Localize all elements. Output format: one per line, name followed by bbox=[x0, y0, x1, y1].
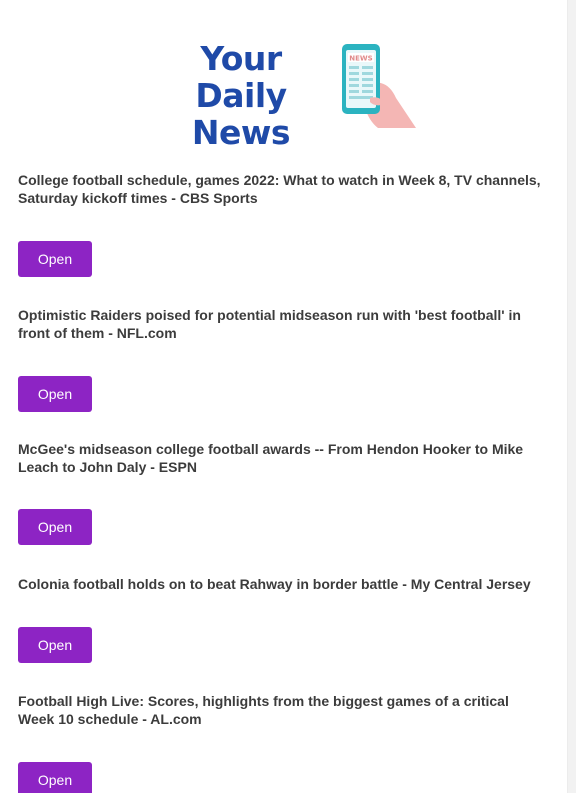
news-headline: College football schedule, games 2022: W… bbox=[18, 172, 541, 206]
logo: Your Daily News NEWS bbox=[156, 40, 420, 151]
logo-line-1: Your Daily bbox=[195, 39, 287, 115]
logo-line-2: News bbox=[191, 113, 291, 152]
news-headline: Colonia football holds on to beat Rahway… bbox=[18, 576, 531, 592]
news-headline: Football High Live: Scores, highlights f… bbox=[18, 693, 509, 727]
page: Your Daily News NEWS College football sc… bbox=[0, 0, 576, 793]
news-item: College football schedule, games 2022: W… bbox=[18, 171, 548, 300]
open-button[interactable]: Open bbox=[18, 509, 92, 545]
news-headline: McGee's midseason college football award… bbox=[18, 441, 524, 475]
logo-title: Your Daily News bbox=[156, 40, 326, 151]
news-headline: Optimistic Raiders poised for potential … bbox=[18, 307, 521, 341]
header: Your Daily News NEWS bbox=[0, 0, 566, 165]
news-item: Optimistic Raiders poised for potential … bbox=[18, 306, 548, 434]
open-button[interactable]: Open bbox=[18, 627, 92, 663]
open-button[interactable]: Open bbox=[18, 376, 92, 412]
content: Your Daily News NEWS College football sc… bbox=[0, 0, 566, 793]
news-item: Colonia football holds on to beat Rahway… bbox=[18, 575, 548, 686]
news-item: McGee's midseason college football award… bbox=[18, 440, 548, 569]
phone-in-hand-icon: NEWS bbox=[342, 44, 416, 128]
open-button[interactable]: Open bbox=[18, 762, 92, 793]
scrollbar-track[interactable] bbox=[567, 0, 576, 793]
open-button[interactable]: Open bbox=[18, 241, 92, 277]
news-item: Football High Live: Scores, highlights f… bbox=[18, 692, 548, 793]
phone-screen-label: NEWS bbox=[349, 55, 372, 63]
news-feed: College football schedule, games 2022: W… bbox=[18, 165, 548, 793]
